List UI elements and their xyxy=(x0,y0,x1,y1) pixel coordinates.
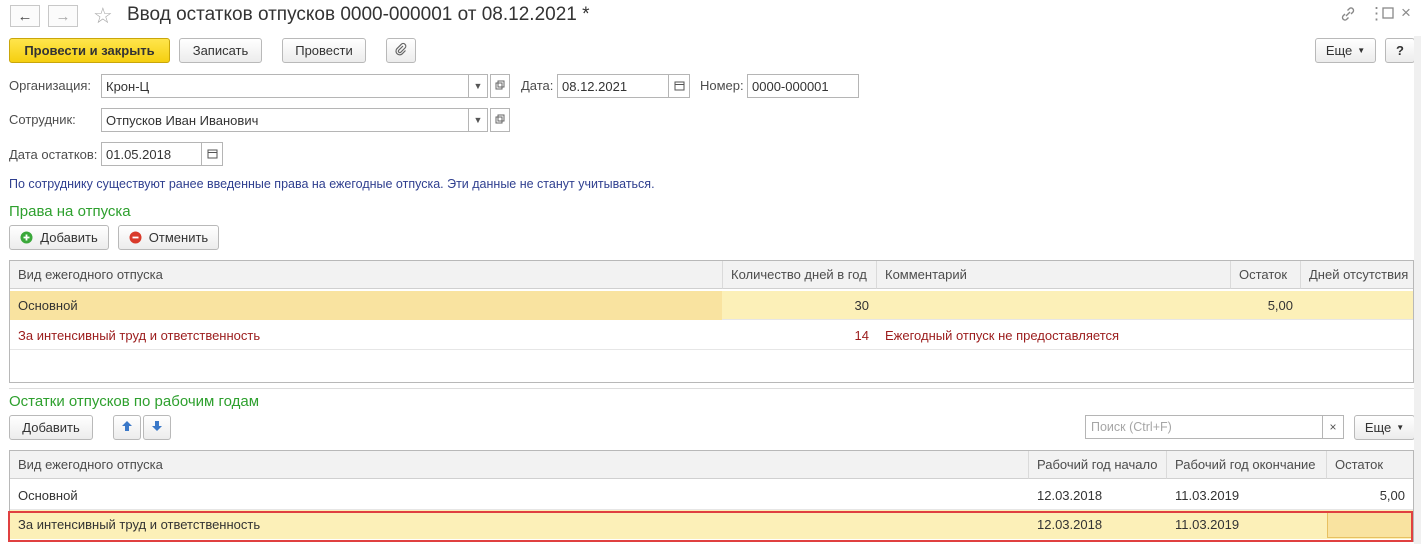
table-row[interactable]: Основной 12.03.2018 11.03.2019 5,00 xyxy=(10,481,1413,510)
table-cell: Основной xyxy=(18,488,78,503)
column-header[interactable]: Рабочий год окончание xyxy=(1167,451,1327,479)
rights-add-button[interactable]: Добавить xyxy=(9,225,109,250)
plus-circle-icon xyxy=(20,231,33,244)
clear-icon: × xyxy=(1329,420,1337,434)
column-header[interactable]: Комментарий xyxy=(877,261,1231,289)
table-cell: Основной xyxy=(10,291,722,320)
more-button[interactable]: Еще ▼ xyxy=(1315,38,1376,63)
post-and-close-button[interactable]: Провести и закрыть xyxy=(9,38,170,63)
organization-open-button[interactable] xyxy=(490,74,510,98)
info-message: По сотруднику существуют ранее введенные… xyxy=(9,177,655,191)
column-header[interactable]: Вид ежегодного отпуска xyxy=(10,261,723,289)
search-input[interactable] xyxy=(1089,419,1322,435)
search-field[interactable] xyxy=(1085,415,1323,439)
open-icon xyxy=(495,80,505,92)
help-button[interactable]: ? xyxy=(1385,38,1415,63)
chevron-down-icon: ▼ xyxy=(473,115,483,125)
divider xyxy=(9,388,1414,389)
more-label: Еще xyxy=(1364,420,1392,435)
employee-open-button[interactable] xyxy=(490,108,510,132)
move-up-button[interactable] xyxy=(113,415,141,440)
column-header[interactable]: Количество дней в год xyxy=(723,261,877,289)
column-header[interactable]: Рабочий год начало xyxy=(1029,451,1167,479)
table-row[interactable]: За интенсивный труд и ответственность 14… xyxy=(10,321,1413,350)
table-cell: 11.03.2019 xyxy=(1175,488,1240,503)
table-cell: 14 xyxy=(854,328,869,343)
balances-add-button[interactable]: Добавить xyxy=(9,415,93,440)
table-cell xyxy=(1301,321,1413,350)
table-cell xyxy=(877,291,1231,320)
close-icon[interactable]: × xyxy=(1401,3,1411,23)
window-title: Ввод остатков отпусков 0000-000001 от 08… xyxy=(127,4,590,25)
employee-label: Сотрудник: xyxy=(9,112,76,127)
table-cell: Ежегодный отпуск не предоставляется xyxy=(885,328,1120,343)
rights-table: Вид ежегодного отпуска Количество дней в… xyxy=(9,260,1414,383)
minus-circle-icon xyxy=(129,231,142,244)
open-icon xyxy=(495,114,505,126)
forward-button[interactable]: → xyxy=(48,5,78,27)
table-row[interactable]: Основной 30 5,00 xyxy=(10,291,1413,320)
rights-section-title: Права на отпуска xyxy=(9,203,131,220)
date-field[interactable]: 08.12.2021 xyxy=(557,74,669,98)
rights-cancel-button[interactable]: Отменить xyxy=(118,225,219,250)
balance-date-calendar-button[interactable] xyxy=(201,142,223,166)
organization-field[interactable]: Крон-Ц xyxy=(101,74,469,98)
highlight-frame xyxy=(8,511,1413,542)
number-field[interactable]: 0000-000001 xyxy=(747,74,859,98)
rights-cancel-label: Отменить xyxy=(148,230,209,245)
arrow-left-icon: ← xyxy=(17,7,33,25)
attach-button[interactable] xyxy=(386,38,416,63)
balance-date-label: Дата остатков: xyxy=(9,147,98,162)
arrow-down-icon xyxy=(151,420,163,435)
organization-dropdown-button[interactable]: ▼ xyxy=(468,74,488,98)
number-label: Номер: xyxy=(700,78,744,93)
chevron-down-icon: ▼ xyxy=(1396,423,1405,432)
column-header[interactable]: Остаток xyxy=(1327,451,1413,479)
date-label: Дата: xyxy=(521,78,554,93)
rights-add-label: Добавить xyxy=(40,230,98,245)
clear-search-button[interactable]: × xyxy=(1322,415,1344,439)
balance-date-field[interactable]: 01.05.2018 xyxy=(101,142,202,166)
table-cell: 5,00 xyxy=(1379,488,1405,503)
table-cell: За интенсивный труд и ответственность xyxy=(18,328,261,343)
star-icon[interactable]: ☆ xyxy=(93,3,113,29)
date-calendar-button[interactable] xyxy=(668,74,690,98)
save-button[interactable]: Записать xyxy=(179,38,262,63)
organization-label: Организация: xyxy=(9,78,92,93)
arrow-right-icon: → xyxy=(55,7,71,25)
maximize-icon[interactable] xyxy=(1381,6,1395,25)
calendar-icon xyxy=(674,80,685,93)
post-button[interactable]: Провести xyxy=(282,38,366,63)
move-down-button[interactable] xyxy=(143,415,171,440)
column-header[interactable]: Остаток xyxy=(1231,261,1301,289)
paperclip-icon xyxy=(394,42,408,59)
employee-field[interactable]: Отпусков Иван Иванович xyxy=(101,108,469,132)
back-button[interactable]: ← xyxy=(10,5,40,27)
table-cell: 12.03.2018 xyxy=(1037,488,1103,503)
calendar-icon xyxy=(207,148,218,161)
chevron-down-icon: ▼ xyxy=(1357,46,1366,55)
table-cell: 30 xyxy=(854,298,869,313)
link-icon[interactable] xyxy=(1340,6,1356,27)
scrollbar[interactable] xyxy=(1414,36,1421,544)
employee-dropdown-button[interactable]: ▼ xyxy=(468,108,488,132)
arrow-up-icon xyxy=(121,420,133,435)
balances-section-title: Остатки отпусков по рабочим годам xyxy=(9,393,260,410)
column-header[interactable]: Дней отсутствия xyxy=(1301,261,1413,289)
chevron-down-icon: ▼ xyxy=(473,81,483,91)
more-label: Еще xyxy=(1325,43,1353,58)
table-cell xyxy=(1301,291,1413,320)
balances-more-button[interactable]: Еще ▼ xyxy=(1354,415,1415,440)
table-cell: 5,00 xyxy=(1267,298,1293,313)
column-header[interactable]: Вид ежегодного отпуска xyxy=(10,451,1029,479)
table-cell xyxy=(1231,321,1301,350)
